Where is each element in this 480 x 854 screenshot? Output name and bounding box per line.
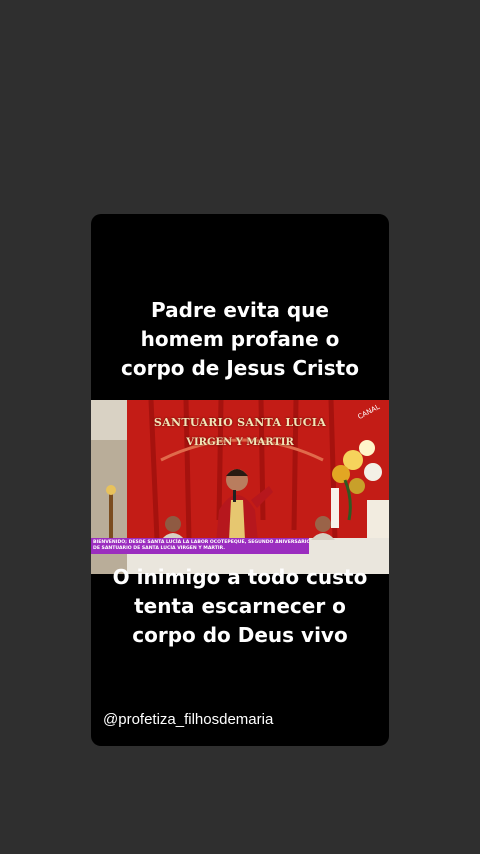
caption-top: Padre evita que homem profane o corpo de… xyxy=(91,296,389,383)
banner-subtitle: VIRGEN Y MARTIR xyxy=(186,437,294,448)
banner-title: SANTUARIO SANTA LUCIA xyxy=(153,416,327,429)
news-ticker: BIENVENIDO; DESDE SANTA LUCÍA LA LABOR O… xyxy=(91,538,309,554)
story-card: Padre evita que homem profane o corpo de… xyxy=(91,214,389,746)
video-frame[interactable]: SANTUARIO SANTA LUCIA VIRGEN Y MARTIR CA… xyxy=(91,400,389,574)
caption-bottom: O inimigo a todo custo tenta escarnecer … xyxy=(91,563,389,650)
caption-bottom-line: tenta escarnecer o xyxy=(134,594,346,618)
caption-top-line: Padre evita que xyxy=(151,298,329,322)
account-handle-link[interactable]: @profetiza_filhosdemaria xyxy=(103,711,273,728)
caption-bottom-line: corpo do Deus vivo xyxy=(132,623,348,647)
caption-top-line: corpo de Jesus Cristo xyxy=(121,356,359,380)
ticker-line: DE SANTUARIO DE SANTA LUCIA VIRGEN Y MAR… xyxy=(93,546,225,551)
caption-top-line: homem profane o xyxy=(140,327,340,351)
caption-bottom-line: O inimigo a todo custo xyxy=(112,565,368,589)
